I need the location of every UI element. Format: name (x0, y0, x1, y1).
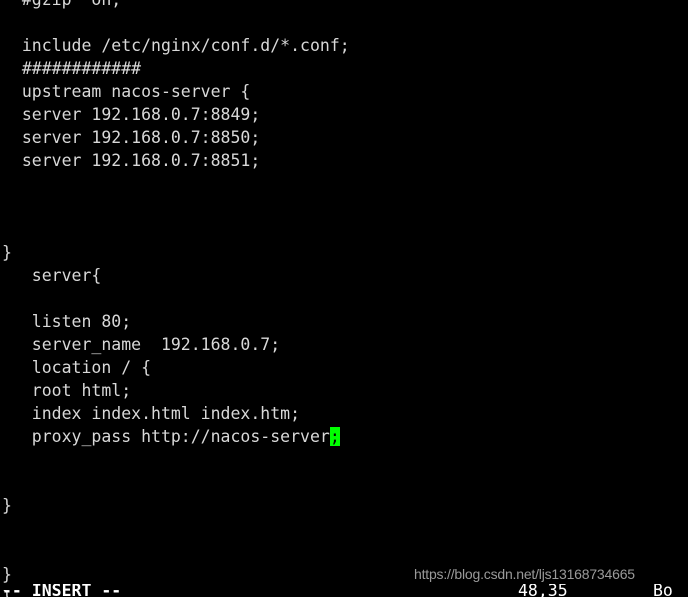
code-line: ############ (2, 59, 142, 78)
code-line: server 192.168.0.7:8850; (2, 128, 261, 147)
vim-cursor-ruler: 48,35 (518, 584, 568, 597)
code-line-text: proxy_pass http://nacos-server (2, 427, 330, 446)
code-line: index index.html index.htm; (2, 404, 301, 423)
code-line: listen 80; (2, 312, 132, 331)
terminal-window[interactable]: #gzip on; include /etc/nginx/conf.d/*.co… (0, 0, 688, 597)
code-line: server 192.168.0.7:8849; (2, 105, 261, 124)
code-line-with-cursor: proxy_pass http://nacos-server; (0, 425, 688, 448)
csdn-watermark: https://blog.csdn.net/ljs13168734665 (414, 566, 635, 582)
code-line: root html; (2, 381, 132, 400)
code-line: server 192.168.0.7:8851; (2, 151, 261, 170)
code-line: server_name 192.168.0.7; (2, 335, 281, 354)
code-line: } (2, 496, 12, 515)
code-line: upstream nacos-server { (2, 82, 251, 101)
code-line: location / { (2, 358, 152, 377)
code-line: } (2, 243, 12, 262)
code-line: include /etc/nginx/conf.d/*.conf; (2, 36, 350, 55)
vim-text-buffer[interactable]: #gzip on; include /etc/nginx/conf.d/*.co… (0, 0, 688, 597)
text-cursor: ; (329, 427, 340, 446)
vim-status-line: -- INSERT -- 48,35 Bo (0, 584, 688, 597)
code-line: server{ (2, 266, 102, 285)
vim-scroll-position: Bo (653, 584, 673, 597)
vim-mode-indicator: -- INSERT -- (2, 584, 122, 597)
code-line: #gzip on; (0, 0, 688, 11)
